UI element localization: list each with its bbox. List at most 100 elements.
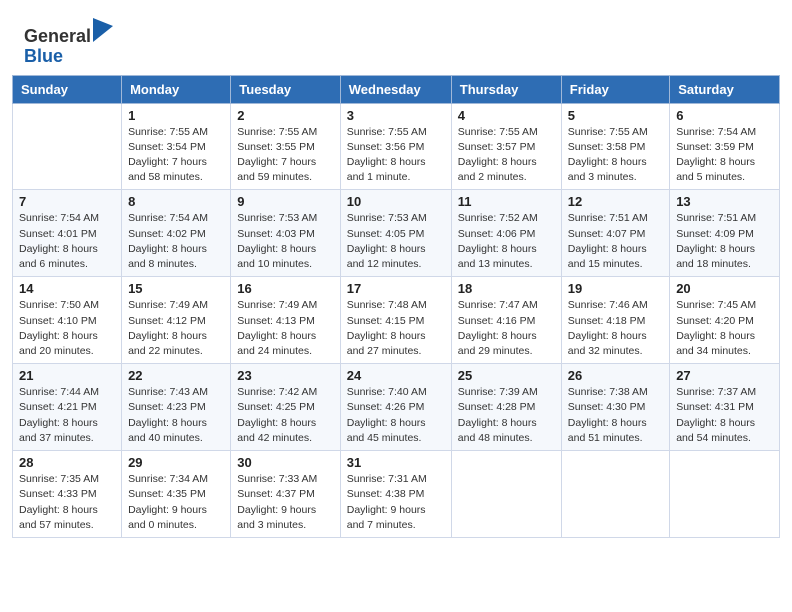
day-info: Sunrise: 7:52 AMSunset: 4:06 PMDaylight:… (458, 211, 555, 272)
day-number: 4 (458, 108, 555, 123)
calendar-cell: 24Sunrise: 7:40 AMSunset: 4:26 PMDayligh… (340, 364, 451, 451)
day-info: Sunrise: 7:54 AMSunset: 4:01 PMDaylight:… (19, 211, 115, 272)
calendar-container: SundayMondayTuesdayWednesdayThursdayFrid… (0, 75, 792, 550)
day-number: 14 (19, 281, 115, 296)
day-info: Sunrise: 7:46 AMSunset: 4:18 PMDaylight:… (568, 298, 663, 359)
calendar-cell: 31 Sunrise: 7:31 AMSunset: 4:38 PMDayligh… (340, 451, 451, 538)
day-number: 10 (347, 194, 445, 209)
calendar-cell: 5Sunrise: 7:55 AMSunset: 3:58 PMDaylight… (561, 103, 669, 190)
day-info: Sunrise: 7:49 AMSunset: 4:13 PMDaylight:… (237, 298, 333, 359)
calendar-cell: 15 Sunrise: 7:49 AMSunset: 4:12 PMDayligh… (122, 277, 231, 364)
day-number: 23 (237, 368, 333, 383)
day-number: 29 (128, 455, 224, 470)
day-number: 5 (568, 108, 663, 123)
day-number: 8 (128, 194, 224, 209)
day-number: 3 (347, 108, 445, 123)
day-header-tuesday: Tuesday (231, 75, 340, 103)
calendar-cell (13, 103, 122, 190)
day-info: Sunrise: 7:51 AMSunset: 4:07 PMDaylight:… (568, 211, 663, 272)
day-info: Sunrise: 7:35 AMSunset: 4:33 PMDaylight:… (19, 472, 115, 533)
day-info: Sunrise: 7:50 AMSunset: 4:10 PMDaylight:… (19, 298, 115, 359)
day-header-friday: Friday (561, 75, 669, 103)
day-number: 15 (128, 281, 224, 296)
day-number: 17 (347, 281, 445, 296)
day-number: 30 (237, 455, 333, 470)
logo-icon (93, 18, 113, 42)
day-header-thursday: Thursday (451, 75, 561, 103)
calendar-cell: 14 Sunrise: 7:50 AMSunset: 4:10 PMDayligh… (13, 277, 122, 364)
day-info: Sunrise: 7:55 AMSunset: 3:56 PMDaylight:… (347, 125, 445, 186)
week-row-2: 14 Sunrise: 7:50 AMSunset: 4:10 PMDayligh… (13, 277, 780, 364)
calendar-cell (451, 451, 561, 538)
day-number: 13 (676, 194, 773, 209)
day-info: Sunrise: 7:53 AMSunset: 4:03 PMDaylight:… (237, 211, 333, 272)
calendar-cell: 28 Sunrise: 7:35 AMSunset: 4:33 PMDayligh… (13, 451, 122, 538)
day-number: 31 (347, 455, 445, 470)
calendar-cell: 3 Sunrise: 7:55 AMSunset: 3:56 PMDaylight… (340, 103, 451, 190)
calendar-cell: 18 Sunrise: 7:47 AMSunset: 4:16 PMDayligh… (451, 277, 561, 364)
calendar-cell: 17 Sunrise: 7:48 AMSunset: 4:15 PMDayligh… (340, 277, 451, 364)
page-header: General Blue (0, 0, 792, 75)
calendar-cell: 21Sunrise: 7:44 AMSunset: 4:21 PMDayligh… (13, 364, 122, 451)
day-info: Sunrise: 7:45 AMSunset: 4:20 PMDaylight:… (676, 298, 773, 359)
day-info: Sunrise: 7:54 AMSunset: 3:59 PMDaylight:… (676, 125, 773, 186)
day-info: Sunrise: 7:47 AMSunset: 4:16 PMDaylight:… (458, 298, 555, 359)
day-header-wednesday: Wednesday (340, 75, 451, 103)
calendar-cell: 20 Sunrise: 7:45 AMSunset: 4:20 PMDayligh… (670, 277, 780, 364)
calendar-cell: 4Sunrise: 7:55 AMSunset: 3:57 PMDaylight… (451, 103, 561, 190)
day-header-saturday: Saturday (670, 75, 780, 103)
day-number: 2 (237, 108, 333, 123)
day-number: 24 (347, 368, 445, 383)
day-info: Sunrise: 7:34 AMSunset: 4:35 PMDaylight:… (128, 472, 224, 533)
calendar-cell: 13Sunrise: 7:51 AMSunset: 4:09 PMDayligh… (670, 190, 780, 277)
calendar-header-row: SundayMondayTuesdayWednesdayThursdayFrid… (13, 75, 780, 103)
calendar-cell (561, 451, 669, 538)
calendar-cell: 26Sunrise: 7:38 AMSunset: 4:30 PMDayligh… (561, 364, 669, 451)
day-header-sunday: Sunday (13, 75, 122, 103)
calendar-table: SundayMondayTuesdayWednesdayThursdayFrid… (12, 75, 780, 538)
calendar-cell: 29 Sunrise: 7:34 AMSunset: 4:35 PMDayligh… (122, 451, 231, 538)
week-row-0: 1Sunrise: 7:55 AMSunset: 3:54 PMDaylight… (13, 103, 780, 190)
week-row-4: 28 Sunrise: 7:35 AMSunset: 4:33 PMDayligh… (13, 451, 780, 538)
logo-general-text: General (24, 26, 91, 46)
day-number: 6 (676, 108, 773, 123)
day-info: Sunrise: 7:33 AMSunset: 4:37 PMDaylight:… (237, 472, 333, 533)
day-header-monday: Monday (122, 75, 231, 103)
day-info: Sunrise: 7:49 AMSunset: 4:12 PMDaylight:… (128, 298, 224, 359)
logo: General Blue (24, 18, 113, 67)
calendar-cell: 2Sunrise: 7:55 AMSunset: 3:55 PMDaylight… (231, 103, 340, 190)
day-info: Sunrise: 7:54 AMSunset: 4:02 PMDaylight:… (128, 211, 224, 272)
calendar-cell: 10Sunrise: 7:53 AMSunset: 4:05 PMDayligh… (340, 190, 451, 277)
calendar-cell: 23Sunrise: 7:42 AMSunset: 4:25 PMDayligh… (231, 364, 340, 451)
calendar-cell: 25Sunrise: 7:39 AMSunset: 4:28 PMDayligh… (451, 364, 561, 451)
day-number: 26 (568, 368, 663, 383)
day-number: 18 (458, 281, 555, 296)
calendar-cell (670, 451, 780, 538)
day-number: 19 (568, 281, 663, 296)
day-info: Sunrise: 7:39 AMSunset: 4:28 PMDaylight:… (458, 385, 555, 446)
calendar-cell: 6 Sunrise: 7:54 AMSunset: 3:59 PMDaylight… (670, 103, 780, 190)
calendar-cell: 7 Sunrise: 7:54 AMSunset: 4:01 PMDaylight… (13, 190, 122, 277)
calendar-cell: 16Sunrise: 7:49 AMSunset: 4:13 PMDayligh… (231, 277, 340, 364)
day-info: Sunrise: 7:48 AMSunset: 4:15 PMDaylight:… (347, 298, 445, 359)
day-number: 1 (128, 108, 224, 123)
day-number: 20 (676, 281, 773, 296)
day-info: Sunrise: 7:31 AMSunset: 4:38 PMDaylight:… (347, 472, 445, 533)
day-number: 11 (458, 194, 555, 209)
day-number: 9 (237, 194, 333, 209)
calendar-cell: 30 Sunrise: 7:33 AMSunset: 4:37 PMDayligh… (231, 451, 340, 538)
day-number: 7 (19, 194, 115, 209)
calendar-cell: 22 Sunrise: 7:43 AMSunset: 4:23 PMDayligh… (122, 364, 231, 451)
day-number: 27 (676, 368, 773, 383)
calendar-cell: 11 Sunrise: 7:52 AMSunset: 4:06 PMDayligh… (451, 190, 561, 277)
calendar-cell: 8 Sunrise: 7:54 AMSunset: 4:02 PMDaylight… (122, 190, 231, 277)
day-info: Sunrise: 7:44 AMSunset: 4:21 PMDaylight:… (19, 385, 115, 446)
calendar-cell: 9 Sunrise: 7:53 AMSunset: 4:03 PMDaylight… (231, 190, 340, 277)
day-info: Sunrise: 7:43 AMSunset: 4:23 PMDaylight:… (128, 385, 224, 446)
day-number: 22 (128, 368, 224, 383)
calendar-cell: 27Sunrise: 7:37 AMSunset: 4:31 PMDayligh… (670, 364, 780, 451)
calendar-cell: 12Sunrise: 7:51 AMSunset: 4:07 PMDayligh… (561, 190, 669, 277)
calendar-cell: 1Sunrise: 7:55 AMSunset: 3:54 PMDaylight… (122, 103, 231, 190)
calendar-body: 1Sunrise: 7:55 AMSunset: 3:54 PMDaylight… (13, 103, 780, 537)
day-number: 28 (19, 455, 115, 470)
